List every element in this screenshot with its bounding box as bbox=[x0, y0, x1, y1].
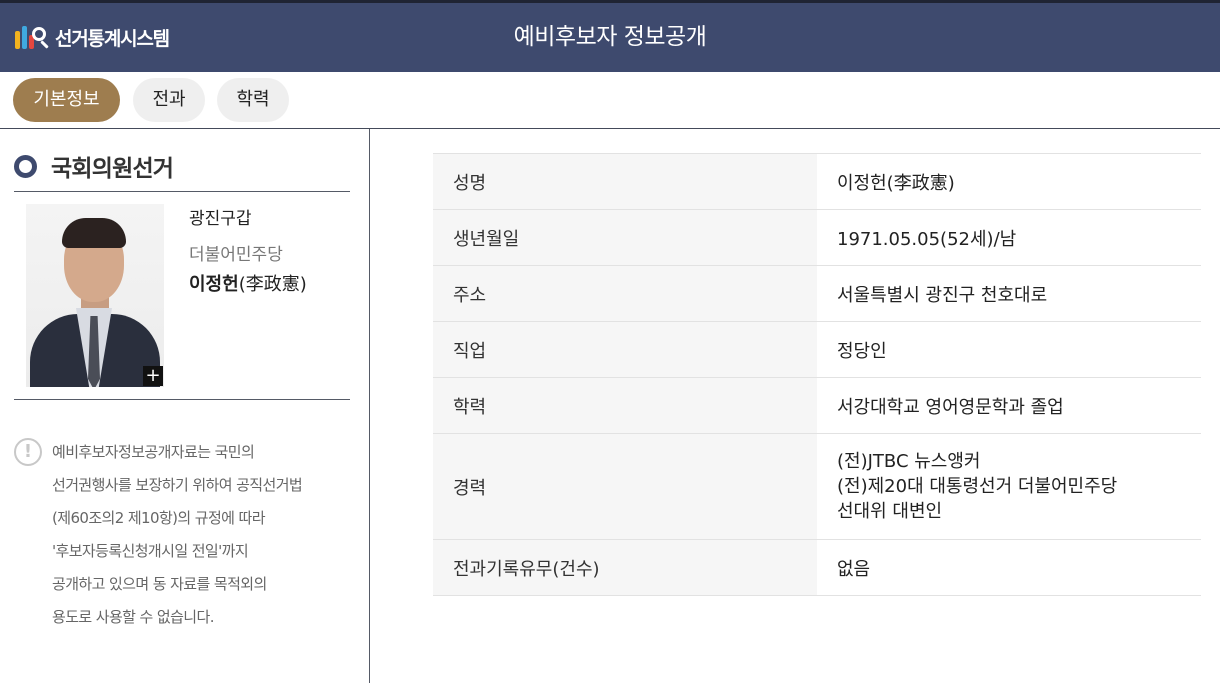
info-label: 생년월일 bbox=[433, 209, 817, 266]
info-value: 없음 bbox=[817, 539, 1201, 596]
info-label: 주소 bbox=[433, 265, 817, 322]
candidate-name-hanja: (李政憲) bbox=[238, 274, 307, 295]
info-row-education: 학력 서강대학교 영어영문학과 졸업 bbox=[433, 377, 1201, 434]
circle-icon bbox=[14, 154, 37, 178]
info-row-criminal-record: 전과기록유무(건수) 없음 bbox=[433, 539, 1201, 596]
candidate-info-table: 성명 이정헌(李政憲) 생년월일 1971.05.05(52세)/남 주소 서울… bbox=[433, 153, 1201, 596]
info-value: 정당인 bbox=[817, 321, 1201, 378]
info-label: 성명 bbox=[433, 153, 817, 210]
info-value: 1971.05.05(52세)/남 bbox=[817, 209, 1201, 266]
logo[interactable]: 선거통계시스템 bbox=[13, 21, 170, 53]
election-type-title: 국회의원선거 bbox=[51, 156, 174, 182]
notice-line: (제60조의2 제10항)의 규정에 따라 bbox=[52, 509, 266, 527]
notice-line: 예비후보자정보공개자료는 국민의 bbox=[52, 443, 255, 461]
photo-zoom-button[interactable]: + bbox=[143, 366, 163, 386]
sidebar-divider bbox=[369, 129, 370, 683]
section-divider bbox=[14, 191, 350, 192]
info-label: 직업 bbox=[433, 321, 817, 378]
info-label: 경력 bbox=[433, 433, 817, 540]
tab-criminal-record[interactable]: 전과 bbox=[133, 78, 205, 122]
tabs-divider bbox=[0, 128, 1220, 129]
notice-line: 선거권행사를 보장하기 위하여 공직선거법 bbox=[52, 476, 303, 494]
career-line: 선대위 대변인 bbox=[837, 501, 943, 522]
info-label: 학력 bbox=[433, 377, 817, 434]
logo-text: 선거통계시스템 bbox=[55, 27, 170, 50]
candidate-district: 광진구갑 bbox=[189, 209, 252, 229]
header-bar: 예비후보자 정보공개 선거통계시스템 bbox=[0, 3, 1220, 72]
notice-line: 공개하고 있으며 동 자료를 목적외의 bbox=[52, 575, 267, 593]
career-line: (전)JTBC 뉴스앵커 bbox=[837, 451, 981, 472]
candidate-photo[interactable] bbox=[26, 204, 164, 387]
election-type-heading: 국회의원선거 bbox=[14, 150, 174, 182]
info-label: 전과기록유무(건수) bbox=[433, 539, 817, 596]
disclosure-notice: 예비후보자정보공개자료는 국민의 선거권행사를 보장하기 위하여 공직선거법 (… bbox=[52, 441, 357, 639]
info-row-occupation: 직업 정당인 bbox=[433, 321, 1201, 378]
tab-bar: 기본정보 전과 학력 bbox=[0, 72, 1220, 128]
candidate-name: 이정헌(李政憲) bbox=[189, 270, 307, 296]
page-title: 예비후보자 정보공개 bbox=[513, 24, 707, 50]
info-row-career: 경력 (전)JTBC 뉴스앵커 (전)제20대 대통령선거 더불어민주당 선대위… bbox=[433, 433, 1201, 540]
candidate-divider bbox=[14, 399, 350, 400]
career-line: (전)제20대 대통령선거 더불어민주당 bbox=[837, 476, 1118, 497]
info-row-address: 주소 서울특별시 광진구 천호대로 bbox=[433, 265, 1201, 322]
candidate-party: 더불어민주당 bbox=[189, 245, 283, 265]
info-value: 서울특별시 광진구 천호대로 bbox=[817, 265, 1201, 322]
info-value: 서강대학교 영어영문학과 졸업 bbox=[817, 377, 1201, 434]
logo-chart-icon bbox=[13, 21, 53, 53]
notice-line: 용도로 사용할 수 없습니다. bbox=[52, 608, 214, 626]
career-value: (전)JTBC 뉴스앵커 (전)제20대 대통령선거 더불어민주당 선대위 대변… bbox=[817, 433, 1201, 540]
exclamation-icon: ! bbox=[14, 438, 42, 466]
tab-education[interactable]: 학력 bbox=[217, 78, 289, 122]
candidate-name-hangul: 이정헌 bbox=[189, 274, 239, 295]
info-value: 이정헌(李政憲) bbox=[817, 153, 1201, 210]
tab-basic-info[interactable]: 기본정보 bbox=[13, 78, 120, 122]
notice-line: '후보자등록신청개시일 전일'까지 bbox=[52, 542, 249, 560]
info-row-birthdate: 생년월일 1971.05.05(52세)/남 bbox=[433, 209, 1201, 266]
info-row-name: 성명 이정헌(李政憲) bbox=[433, 153, 1201, 210]
